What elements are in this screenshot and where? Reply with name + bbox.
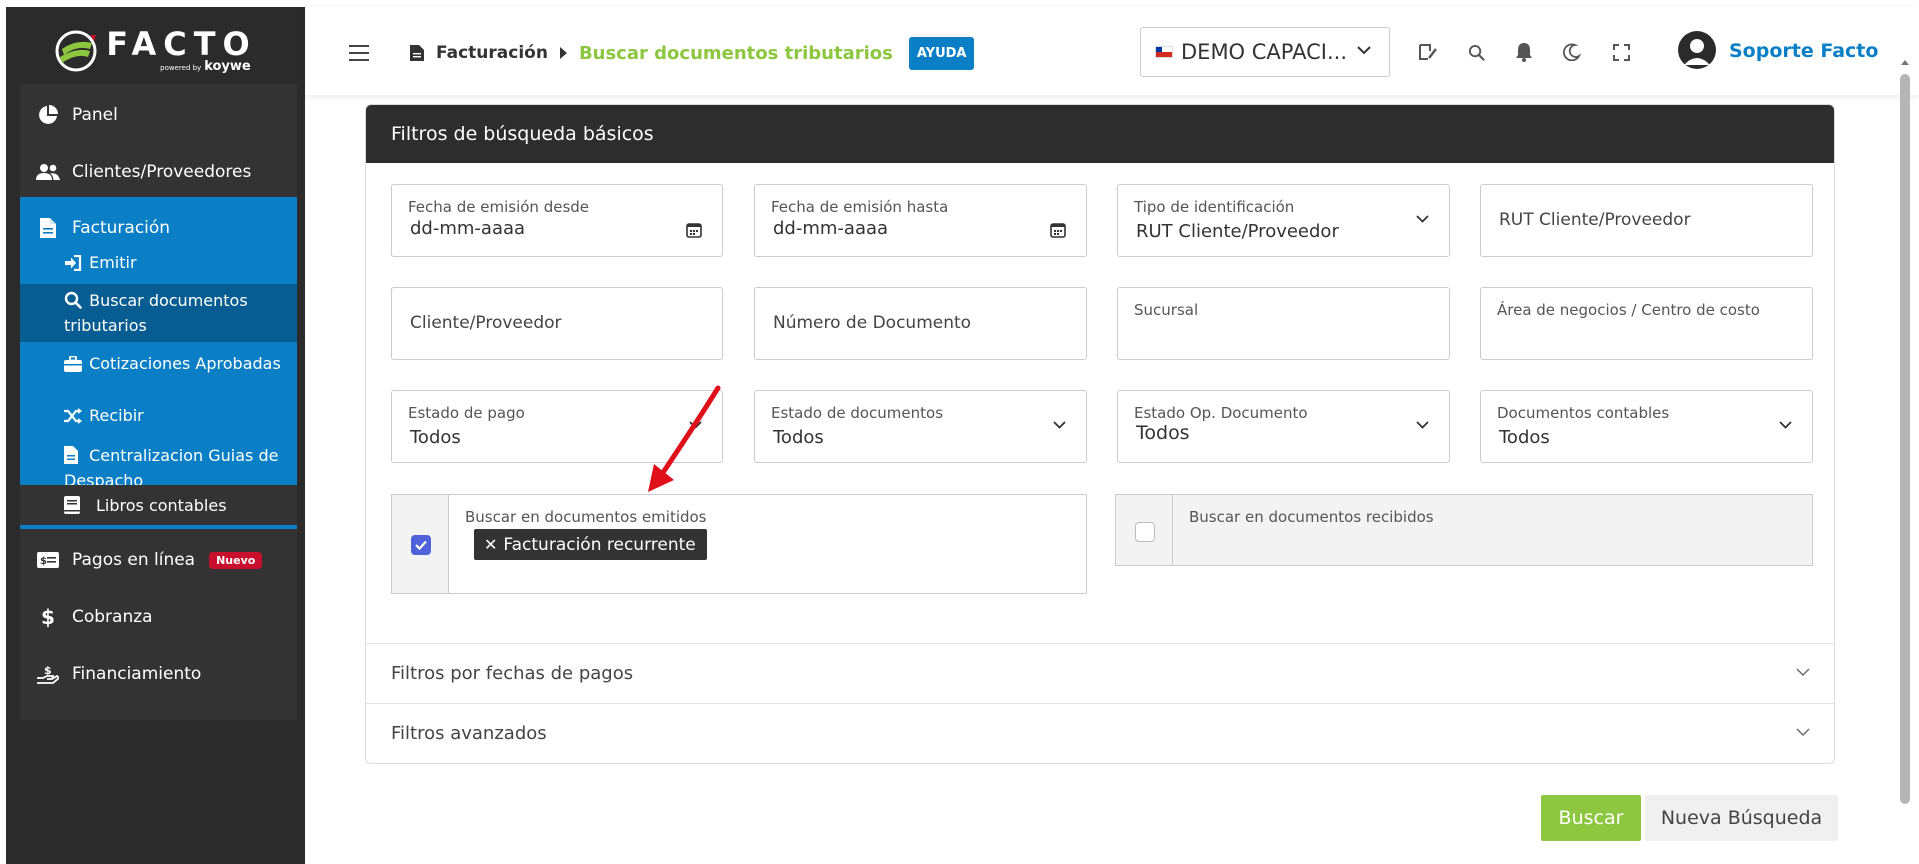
sidebar-item-cobranza[interactable]: $ Cobranza xyxy=(20,586,297,648)
estado-documentos-select[interactable]: Estado de documentos Todos xyxy=(754,390,1087,463)
calendar-icon[interactable] xyxy=(686,222,702,238)
sidebar-subitem-buscar[interactable]: Buscar documentos tributarios xyxy=(20,284,297,342)
sidebar-subitem-emitir[interactable]: Emitir xyxy=(20,248,297,278)
sidebar-item-label: Clientes/Proveedores xyxy=(72,162,252,182)
company-selector[interactable]: DEMO CAPACI... xyxy=(1140,27,1390,77)
chevron-down-icon xyxy=(1796,728,1810,736)
page-scrollbar[interactable] xyxy=(1898,60,1912,864)
chile-flag-icon xyxy=(1155,46,1173,58)
chevron-down-icon xyxy=(1416,215,1429,223)
estado-op-documento-select[interactable]: Estado Op. Documento Todos xyxy=(1117,390,1450,463)
sucursal-select[interactable]: Sucursal xyxy=(1117,287,1450,360)
hand-coin-icon: $ xyxy=(36,663,60,685)
new-search-button[interactable]: Nueva Búsqueda xyxy=(1645,795,1838,841)
sidebar-item-label: Cobranza xyxy=(72,607,153,627)
shuffle-icon xyxy=(64,408,84,430)
fecha-desde-field[interactable]: Fecha de emisión desde dd-mm-aaaa xyxy=(391,184,723,257)
close-icon[interactable]: ✕ xyxy=(484,535,497,554)
file-text-icon xyxy=(64,446,84,470)
sidebar-item-label: Pagos en línea xyxy=(72,550,196,570)
card-title: Filtros de búsqueda básicos xyxy=(366,105,1834,163)
sidebar: FACTO powered by koywe Panel Clientes/Pro… xyxy=(6,7,305,864)
svg-text:$: $ xyxy=(40,556,47,567)
check-icon xyxy=(415,540,427,551)
basic-filters-card: Filtros de búsqueda básicos Fecha de emi… xyxy=(365,104,1835,764)
filtros-avanzados-section[interactable]: Filtros avanzados xyxy=(366,703,1834,763)
documentos-recibidos-group: Buscar en documentos recibidos xyxy=(1115,494,1813,566)
recibidos-checkbox[interactable] xyxy=(1135,522,1155,542)
cliente-proveedor-input[interactable]: Cliente/Proveedor xyxy=(391,287,723,360)
svg-text:$: $ xyxy=(44,664,52,677)
sidebar-item-label: Financiamiento xyxy=(72,664,202,684)
search-icon[interactable] xyxy=(1465,41,1487,63)
file-icon xyxy=(36,217,60,239)
moon-icon[interactable] xyxy=(1561,41,1583,63)
signature-icon[interactable] xyxy=(1417,41,1439,63)
documentos-contables-select[interactable]: Documentos contables Todos xyxy=(1480,390,1813,463)
chevron-down-icon xyxy=(1779,421,1792,429)
briefcase-icon xyxy=(64,355,84,378)
sidebar-item-label: Facturación xyxy=(72,218,171,238)
users-icon xyxy=(36,161,60,183)
user-name[interactable]: Soporte Facto xyxy=(1729,40,1878,62)
top-header: Facturación Buscar documentos tributario… xyxy=(305,7,1919,95)
breadcrumb: Facturación Buscar documentos tributario… xyxy=(410,36,975,70)
sidebar-item-financiamiento[interactable]: $ Financiamiento xyxy=(20,643,297,705)
tipo-identificacion-select[interactable]: Tipo de identificación RUT Cliente/Prove… xyxy=(1117,184,1450,257)
new-badge: Nuevo xyxy=(209,551,263,569)
sidebar-subitem-centralizacion[interactable]: Centralizacion Guias de Despacho xyxy=(20,440,297,490)
numero-documento-input[interactable]: Número de Documento xyxy=(754,287,1087,360)
logo-word: FACTO xyxy=(106,24,257,63)
logo-sub: powered by koywe xyxy=(160,58,251,74)
sidebar-subitem-recibir[interactable]: Recibir xyxy=(20,401,297,431)
pie-chart-icon xyxy=(36,104,60,126)
area-negocios-select[interactable]: Área de negocios / Centro de costo xyxy=(1480,287,1813,360)
emitidos-checkbox[interactable] xyxy=(411,535,431,555)
breadcrumb-parent[interactable]: Facturación xyxy=(436,43,548,63)
sidebar-item-libros[interactable]: Libros contables xyxy=(20,485,297,525)
selected-tag: ✕ Facturación recurrente xyxy=(474,529,707,560)
sidebar-item-next[interactable] xyxy=(20,700,297,720)
fecha-hasta-field[interactable]: Fecha de emisión hasta dd-mm-aaaa xyxy=(754,184,1087,257)
company-name: DEMO CAPACI... xyxy=(1181,40,1347,64)
facto-logo-icon xyxy=(55,30,97,72)
dollar-icon: $ xyxy=(41,605,55,629)
breadcrumb-current: Buscar documentos tributarios xyxy=(578,42,893,64)
avatar[interactable] xyxy=(1678,31,1716,69)
documentos-emitidos-group: Buscar en documentos emitidos ✕ Facturac… xyxy=(391,494,1087,594)
chevron-down-icon xyxy=(689,421,702,429)
search-icon xyxy=(64,291,84,315)
fullscreen-icon[interactable] xyxy=(1610,41,1632,63)
rut-input[interactable]: RUT Cliente/Proveedor xyxy=(1480,184,1813,257)
calendar-icon[interactable] xyxy=(1050,222,1066,238)
hamburger-menu-icon[interactable] xyxy=(349,45,369,61)
sign-in-icon xyxy=(64,254,84,277)
filtros-fechas-pagos-section[interactable]: Filtros por fechas de pagos xyxy=(366,643,1834,703)
sidebar-item-pagos[interactable]: $ Pagos en línea Nuevo xyxy=(20,529,297,591)
chevron-down-icon xyxy=(1796,668,1810,676)
scroll-up-arrow-icon[interactable] xyxy=(1901,60,1909,65)
estado-pago-select[interactable]: Estado de pago Todos xyxy=(391,390,723,463)
chevron-down-icon xyxy=(1053,421,1066,429)
sidebar-item-clientes[interactable]: Clientes/Proveedores xyxy=(20,141,297,203)
help-button[interactable]: AYUDA xyxy=(908,36,975,70)
caret-right-icon xyxy=(559,47,567,59)
search-button[interactable]: Buscar xyxy=(1541,795,1641,841)
sidebar-item-label: Panel xyxy=(72,105,118,125)
user-icon xyxy=(1684,39,1710,65)
book-icon xyxy=(60,494,84,516)
sidebar-subitem-cotizaciones[interactable]: Cotizaciones Aprobadas xyxy=(20,347,297,397)
scroll-thumb[interactable] xyxy=(1900,74,1910,804)
money-card-icon: $ xyxy=(36,549,60,571)
sidebar-item-label: Libros contables xyxy=(96,495,227,515)
bell-icon[interactable] xyxy=(1513,41,1535,63)
sidebar-item-panel[interactable]: Panel xyxy=(20,84,297,146)
logo[interactable]: FACTO powered by koywe xyxy=(6,7,305,95)
chevron-down-icon xyxy=(1357,46,1371,55)
file-icon xyxy=(410,45,424,61)
chevron-down-icon xyxy=(1416,421,1429,429)
